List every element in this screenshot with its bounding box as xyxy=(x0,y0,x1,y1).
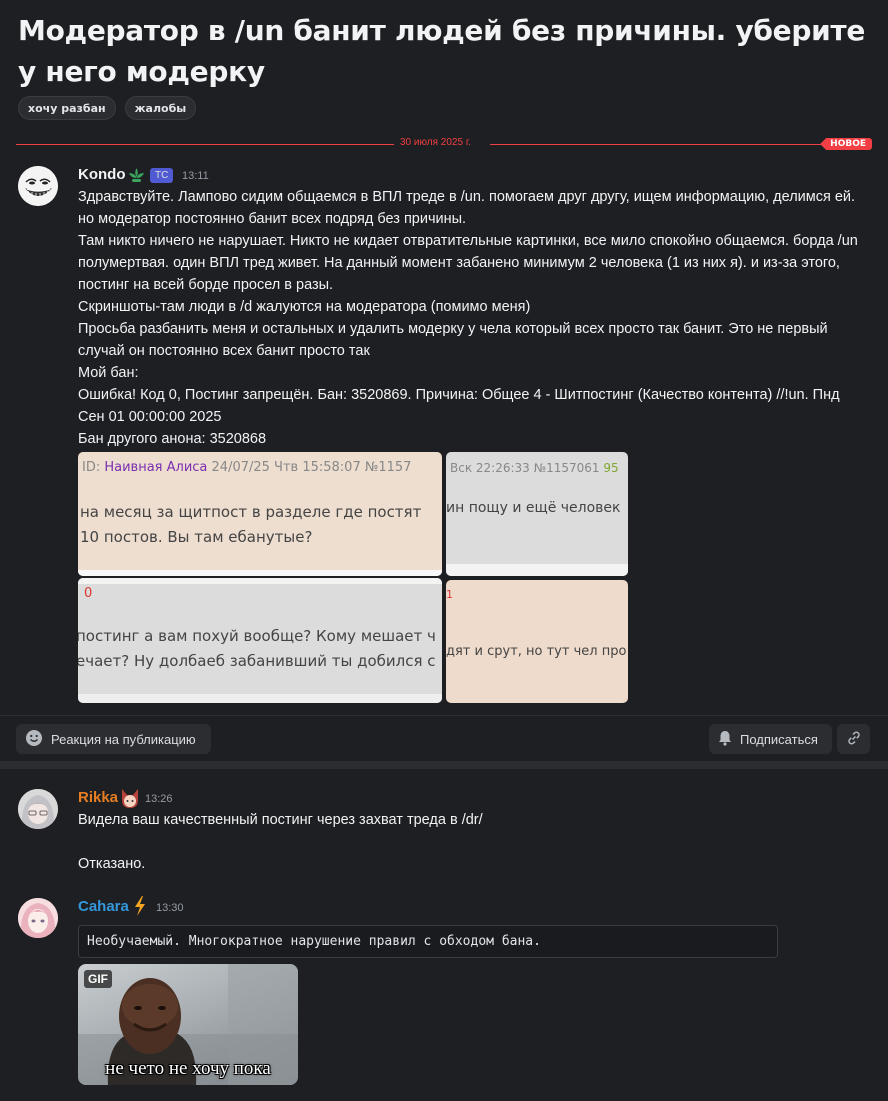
react-button[interactable]: Реакция на публикацию xyxy=(16,724,211,754)
message-body: Видела ваш качественный постинг через за… xyxy=(78,809,868,875)
tag[interactable]: жалобы xyxy=(124,96,197,120)
code-block: Необучаемый. Многократное нарушение прав… xyxy=(78,925,778,958)
subscribe-label: Подписаться xyxy=(740,731,818,747)
post-number: 1 xyxy=(446,588,453,601)
op-badge: ТС xyxy=(150,168,174,183)
pink-hair-avatar-icon xyxy=(18,898,58,938)
section-separator xyxy=(0,761,888,769)
date-divider: 30 июля 2025 г. НОВОЕ xyxy=(16,136,872,152)
post-text: постинг а вам похуй вообще? Кому мешает … xyxy=(78,627,436,645)
message-line: Просьба разбанить меня и остальных и уда… xyxy=(78,321,828,359)
post-meta: Вск 22:26:33 №1157061 xyxy=(450,461,604,475)
lightning-icon xyxy=(133,895,147,921)
post-text: 10 постов. Вы там ебанутые? xyxy=(80,528,313,546)
message-line: Отказано. xyxy=(78,856,146,872)
divider-date: 30 июля 2025 г. xyxy=(400,137,472,148)
post-text: на месяц за щитпост в разделе где постят xyxy=(80,503,422,521)
new-badge: НОВОЕ xyxy=(820,138,872,150)
bell-icon xyxy=(718,730,732,749)
smile-icon xyxy=(25,729,43,750)
trollface-avatar-icon xyxy=(18,166,58,206)
message-line: Здравствуйте. Лампово сидим общаемся в В… xyxy=(78,189,856,227)
divider-line xyxy=(16,144,394,145)
attachment-image[interactable]: Вск 22:26:33 №1157061 95 ин пощу и ещё ч… xyxy=(446,452,628,576)
link-icon xyxy=(846,730,862,749)
thread-title: Модератор в /un банит людей без причины.… xyxy=(18,14,866,88)
message-line: Бан другого анона: 3520868 xyxy=(78,431,267,447)
subscribe-button[interactable]: Подписаться xyxy=(709,724,832,754)
message-line: Там никто ничего не нарушает. Никто не к… xyxy=(78,233,858,293)
author-name[interactable]: Cahara xyxy=(78,898,129,915)
post-text: ечает? Ну долбаеб забанивший ты добился … xyxy=(78,652,436,670)
message-line: Скриншоты-там люди в /d жалуются на моде… xyxy=(78,299,531,315)
anime-girl-avatar-icon xyxy=(18,789,58,829)
lotus-icon xyxy=(127,166,146,188)
message-body: Здравствуйте. Лампово сидим общаемся в В… xyxy=(78,186,868,450)
message-time: 13:30 xyxy=(156,902,184,914)
gif-badge: GIF xyxy=(84,970,112,988)
tag[interactable]: хочу разбан xyxy=(18,96,116,120)
avatar[interactable] xyxy=(18,898,58,938)
post-author: Наивная Алиса xyxy=(104,460,208,475)
divider-line xyxy=(490,144,832,145)
message-line xyxy=(78,831,868,853)
avatar[interactable] xyxy=(18,789,58,829)
attachment-gallery: ID: Наивная Алиса 24/07/25 Чтв 15:58:07 … xyxy=(78,452,628,703)
message-line: Мой бан: xyxy=(78,365,139,381)
message-line: Видела ваш качественный постинг через за… xyxy=(78,812,483,828)
react-label: Реакция на публикацию xyxy=(51,731,196,747)
gif-attachment[interactable]: GIF не чето не хочу пока xyxy=(78,964,298,1085)
attachment-image[interactable]: ID: Наивная Алиса 24/07/25 Чтв 15:58:07 … xyxy=(78,452,442,576)
post-number: 0 xyxy=(84,586,93,601)
message-line: Ошибка! Код 0, Постинг запрещён. Бан: 35… xyxy=(78,387,840,425)
copy-link-button[interactable] xyxy=(837,724,870,754)
tag-list: хочу разбан жалобы xyxy=(18,96,197,120)
post-text: дят и срут, но тут чел про xyxy=(446,644,627,659)
avatar[interactable] xyxy=(18,166,58,206)
message-time: 13:11 xyxy=(182,170,209,182)
gif-caption: не чето не хочу пока xyxy=(105,1058,271,1079)
post-actions-bar: Реакция на публикацию Подписаться xyxy=(0,715,888,761)
message-time: 13:26 xyxy=(145,793,173,805)
attachment-image[interactable]: 1 дят и срут, но тут чел про xyxy=(446,580,628,703)
post-meta: 24/07/25 Чтв 15:58:07 №1157 xyxy=(207,460,412,475)
post-number: 95 xyxy=(603,461,619,475)
post-id-label: ID: xyxy=(82,460,105,475)
post-text: ин пощу и ещё человек xyxy=(446,500,621,516)
author-name[interactable]: Kondo xyxy=(78,166,125,183)
author-name[interactable]: Rikka xyxy=(78,789,118,806)
attachment-image[interactable]: 0 постинг а вам похуй вообще? Кому мешае… xyxy=(78,578,442,703)
